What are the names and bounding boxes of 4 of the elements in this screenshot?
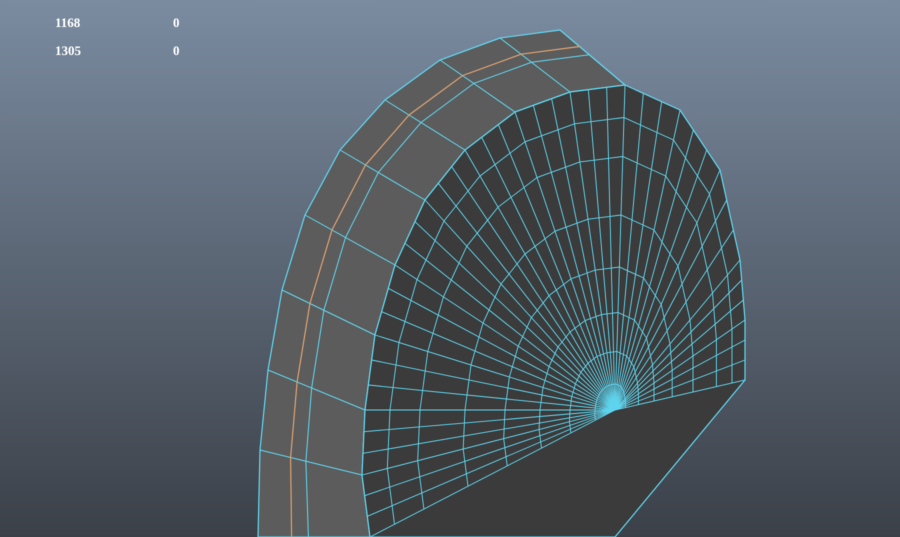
poly-count-value: 1305 bbox=[55, 42, 82, 60]
poly-count-value: 0 bbox=[173, 14, 180, 32]
poly-count-value: 0 bbox=[173, 42, 180, 60]
poly-count-value: 1168 bbox=[55, 14, 82, 32]
